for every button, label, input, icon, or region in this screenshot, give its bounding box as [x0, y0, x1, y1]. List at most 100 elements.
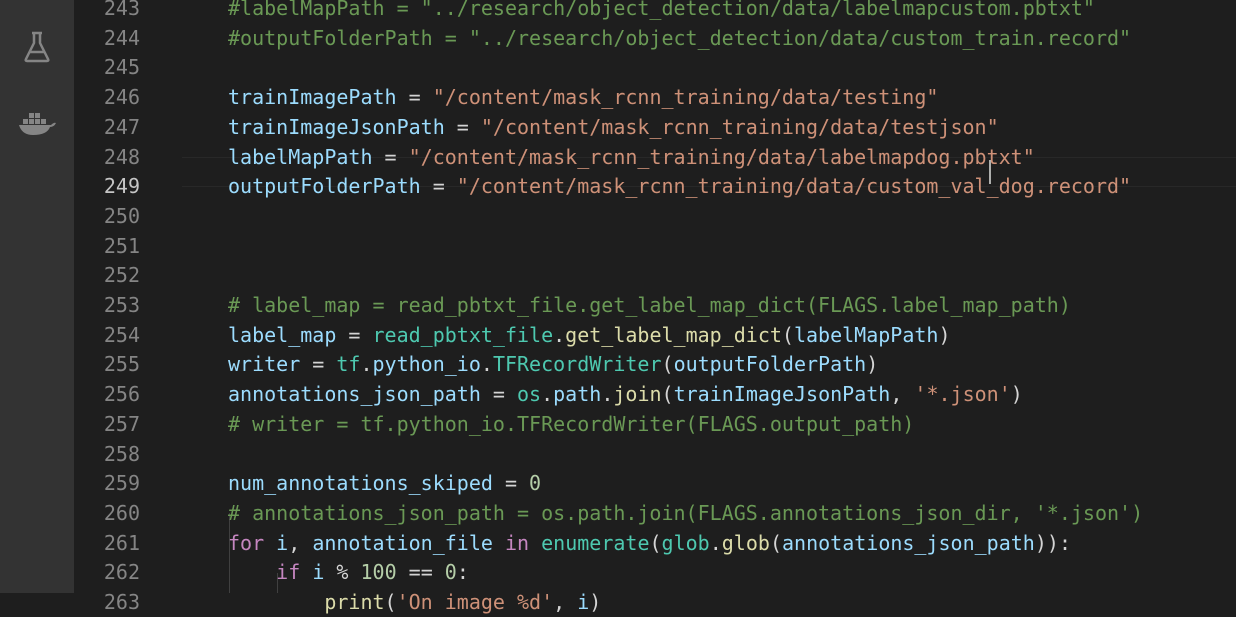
code-token: =: [420, 174, 457, 199]
code-token: =: [492, 471, 530, 496]
code-line[interactable]: outputFolderPath = "/content/mask_rcnn_t…: [228, 171, 1131, 201]
code-token: # writer = tf.python_io.TFRecordWriter(F…: [228, 411, 915, 436]
code-line[interactable]: # label_map = read_pbtxt_file.get_label_…: [228, 290, 1071, 320]
line-number: 251: [103, 233, 140, 258]
code-token: label_map: [228, 322, 337, 347]
code-token: (: [769, 530, 782, 555]
code-token: .: [601, 382, 614, 407]
code-token: 'On image %d': [396, 590, 554, 614]
code-token: in: [504, 530, 530, 555]
code-token: ,: [890, 382, 915, 407]
code-token: glob: [661, 530, 710, 555]
line-number: 258: [103, 441, 140, 466]
code-token: ,: [553, 590, 578, 614]
line-number: 257: [103, 411, 140, 436]
code-token: ): [938, 322, 951, 347]
code-token: labelMapPath: [793, 322, 939, 347]
code-token: glob: [721, 530, 770, 555]
line-number: 254: [103, 322, 140, 347]
code-token: .: [709, 530, 722, 555]
code-token: )):: [1034, 530, 1071, 555]
code-token: path: [553, 382, 602, 407]
code-line[interactable]: print('On image %d', i): [228, 587, 601, 617]
code-token: read_pbtxt_file: [372, 322, 554, 347]
code-token: =: [300, 352, 337, 377]
code-token: tf: [336, 352, 361, 377]
code-token: trainImagePath: [228, 85, 397, 110]
code-token: "/content/mask_rcnn_training/data/testjs…: [480, 114, 999, 139]
code-line[interactable]: trainImagePath = "/content/mask_rcnn_tra…: [228, 82, 938, 112]
code-token: (: [661, 382, 674, 407]
code-line[interactable]: trainImageJsonPath = "/content/mask_rcnn…: [228, 112, 999, 142]
code-line[interactable]: num_annotations_skiped = 0: [228, 468, 541, 498]
code-token: =: [372, 144, 409, 169]
code-token: ==: [396, 560, 445, 585]
flask-icon[interactable]: [17, 27, 57, 67]
code-token: trainImageJsonPath: [673, 382, 891, 407]
code-token: num_annotations_skiped: [228, 471, 493, 496]
line-number: 261: [103, 530, 140, 555]
code-line[interactable]: #labelMapPath = "../research/object_dete…: [228, 0, 1095, 23]
code-token: .: [553, 322, 566, 347]
code-line[interactable]: #outputFolderPath = "../research/object_…: [228, 23, 1131, 53]
code-token: '*.json': [914, 382, 1011, 407]
line-number: 246: [103, 85, 140, 110]
code-token: labelMapPath: [228, 144, 373, 169]
code-line[interactable]: writer = tf.python_io.TFRecordWriter(out…: [228, 349, 878, 379]
code-token: i: [312, 560, 325, 585]
code-editor[interactable]: #labelMapPath = "../research/object_dete…: [182, 0, 1236, 614]
docker-icon[interactable]: [17, 102, 57, 142]
code-token: get_label_map_dict: [565, 322, 782, 347]
code-token: TFRecordWriter: [492, 352, 662, 377]
line-number: 249: [103, 174, 140, 199]
code-token: writer: [228, 352, 301, 377]
code-token: annotation_file: [312, 530, 493, 555]
code-line[interactable]: # annotations_json_path = os.path.join(F…: [228, 498, 1143, 528]
code-token: # label_map = read_pbtxt_file.get_label_…: [228, 293, 1071, 317]
code-token: =: [336, 322, 373, 347]
code-token: .: [360, 352, 373, 377]
code-token: =: [444, 114, 481, 139]
code-token: .: [480, 352, 493, 377]
code-line[interactable]: # writer = tf.python_io.TFRecordWriter(F…: [228, 409, 914, 439]
code-token: ): [866, 352, 879, 377]
code-token: =: [480, 382, 517, 407]
code-token: ): [1010, 382, 1023, 407]
code-token: 0: [529, 471, 542, 496]
code-line[interactable]: label_map = read_pbtxt_file.get_label_ma…: [228, 320, 951, 350]
code-line[interactable]: if i % 100 == 0:: [228, 557, 469, 587]
line-number: 247: [103, 114, 140, 139]
code-token: annotations_json_path: [781, 530, 1035, 555]
code-line[interactable]: annotations_json_path = os.path.join(tra…: [228, 379, 1023, 409]
code-token: i: [577, 590, 590, 614]
line-number: 244: [103, 25, 140, 50]
line-number: 252: [103, 263, 140, 288]
code-token: # annotations_json_path = os.path.join(F…: [228, 500, 1144, 525]
code-token: :: [456, 560, 469, 585]
code-token: .: [541, 382, 554, 407]
code-token: enumerate: [541, 530, 650, 555]
line-number: 263: [103, 590, 140, 614]
code-token: os: [517, 382, 542, 407]
line-number: 255: [103, 352, 140, 377]
code-token: outputFolderPath: [228, 174, 421, 199]
code-token: (: [661, 352, 674, 377]
code-token: 0: [444, 560, 457, 585]
code-line[interactable]: for i, annotation_file in enumerate(glob…: [228, 528, 1071, 558]
code-token: ): [589, 590, 602, 614]
line-number: 253: [103, 293, 140, 317]
code-token: outputFolderPath: [673, 352, 867, 377]
line-number-gutter: 243 244 245 246 247 248 249 250 251 252 253 254 255 2…: [74, 0, 182, 614]
code-token: ,: [288, 530, 313, 555]
code-line[interactable]: labelMapPath = "/content/mask_rcnn_train…: [228, 142, 1035, 172]
line-number: 243: [103, 0, 140, 20]
code-token: print: [324, 590, 385, 614]
line-number: 262: [103, 560, 140, 585]
code-token: #labelMapPath = "../research/object_dete…: [228, 0, 1095, 20]
code-token: if: [276, 560, 301, 585]
